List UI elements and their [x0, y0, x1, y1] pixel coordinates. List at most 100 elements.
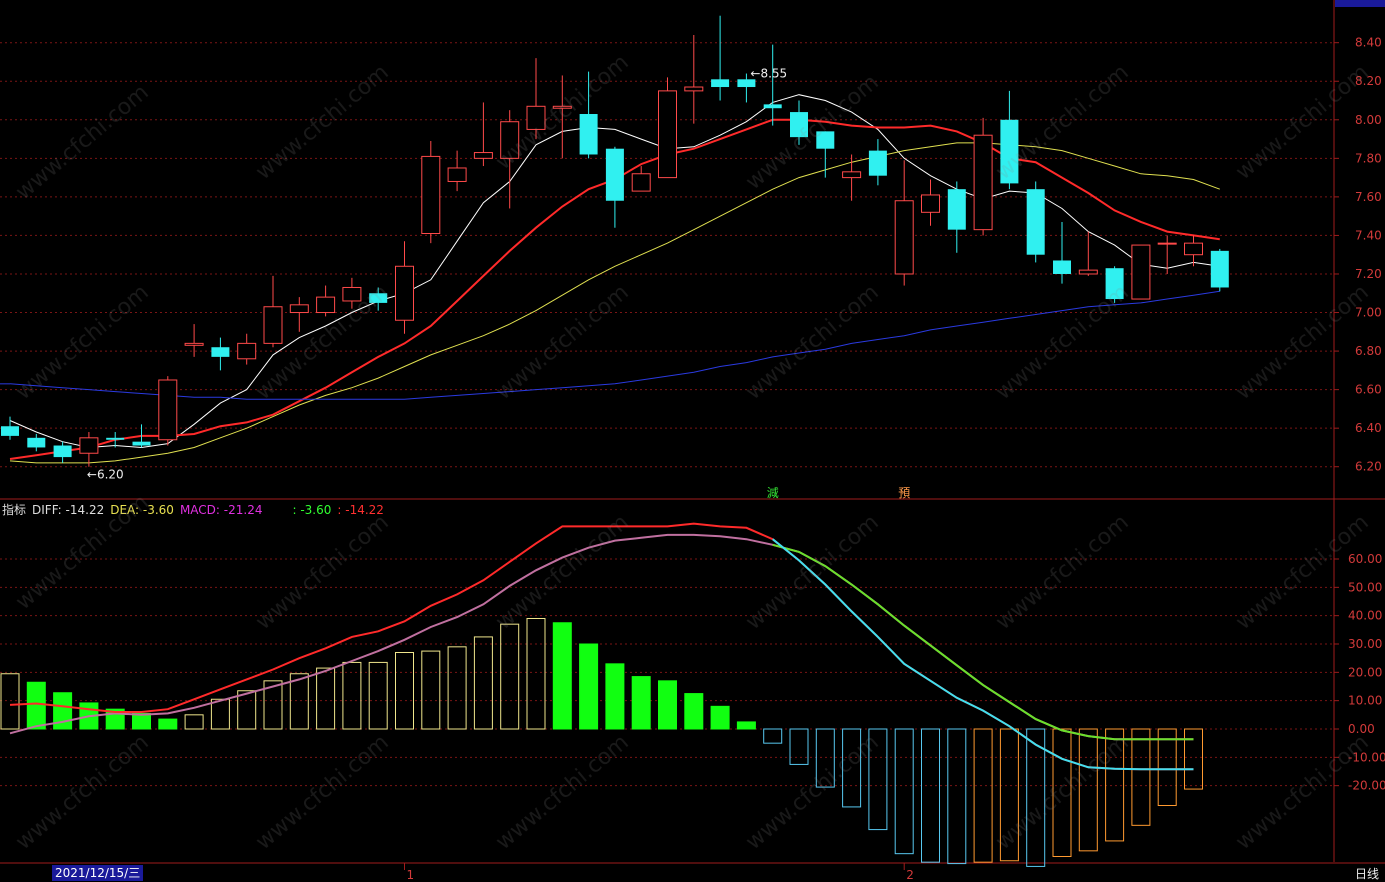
macd-bar — [842, 728, 862, 808]
candle-body — [1078, 269, 1098, 275]
macd-bar — [1078, 728, 1098, 852]
month-label: 1 — [407, 868, 415, 882]
price-tick-label: 6.20 — [1355, 460, 1382, 474]
candle-body — [631, 173, 651, 192]
macd-bar — [1131, 728, 1151, 826]
macd-bar — [815, 728, 835, 788]
period-button[interactable]: 日线 — [1355, 865, 1379, 882]
price-tick-label: 6.80 — [1355, 344, 1382, 358]
extra-value-1: : -3.60 — [292, 503, 332, 517]
macd-bar — [316, 667, 336, 730]
candle-body — [921, 194, 940, 213]
candle-body — [684, 86, 704, 92]
candle-body — [790, 112, 808, 138]
macd-bar — [210, 698, 230, 730]
candle-body — [421, 155, 441, 235]
macd-bar — [579, 643, 599, 730]
macd-grid — [0, 558, 1334, 787]
candle-body — [816, 131, 835, 149]
macd-bar — [26, 681, 46, 730]
macd-tick-label: 20.00 — [1348, 665, 1382, 679]
price-tick-label: 7.20 — [1355, 267, 1382, 281]
candle-body — [500, 121, 520, 159]
candle-body — [473, 152, 493, 159]
candlesticks — [1, 15, 1229, 467]
candle-body — [211, 347, 230, 357]
macd-bar — [763, 728, 783, 744]
candle-body — [369, 293, 388, 303]
candle-body — [263, 306, 283, 344]
candle-body — [1, 426, 19, 436]
price-tick-label: 8.20 — [1355, 74, 1382, 88]
candle-body — [842, 171, 862, 179]
macd-bar — [395, 652, 414, 730]
candle-body — [1131, 244, 1151, 300]
macd-bar — [447, 646, 467, 730]
macd-bar — [0, 673, 20, 730]
macd-tick-label: 40.00 — [1348, 609, 1382, 623]
macd-bar — [947, 728, 967, 865]
price-tick-label: 6.40 — [1355, 421, 1382, 435]
macd-bar — [184, 714, 204, 730]
macd-bar — [710, 705, 730, 730]
candle-body — [1026, 189, 1045, 255]
macd-bar — [973, 728, 993, 863]
candle-body — [342, 286, 362, 302]
candle-body — [27, 437, 46, 448]
dea-value: DEA: -3.60 — [110, 503, 174, 517]
candle-body — [237, 342, 257, 360]
macd-bar — [894, 728, 914, 855]
macd-bar — [237, 690, 257, 730]
macd-bar — [605, 663, 625, 730]
price-annotations: ←8.55 ←6.20 減 預 — [87, 67, 910, 500]
macd-bar — [500, 623, 520, 730]
macd-bar — [631, 676, 651, 730]
macd-bar — [999, 728, 1019, 862]
candle-body — [579, 114, 598, 155]
macd-tick-label: 50.00 — [1348, 580, 1382, 594]
candle-body — [316, 296, 336, 314]
macd-histogram — [0, 618, 1203, 867]
macd-bar — [1026, 728, 1046, 867]
price-tick-label: 8.00 — [1355, 113, 1382, 127]
macd-bar — [868, 728, 888, 831]
price-tick-label: 8.40 — [1355, 36, 1382, 50]
macd-bar — [684, 693, 704, 730]
candle-body — [1053, 260, 1071, 274]
candle-body — [1105, 268, 1124, 300]
macd-tick-label: 0.00 — [1348, 722, 1375, 736]
candle-body — [711, 79, 730, 88]
macd-bar — [158, 718, 178, 730]
candle-body — [289, 304, 309, 314]
candle-body — [947, 189, 966, 230]
macd-lines — [9, 522, 1194, 771]
candle-body — [552, 105, 572, 109]
candle-body — [158, 379, 178, 441]
candle-body — [1184, 242, 1203, 256]
stock-chart[interactable]: 8.40 8.20 8.00 7.80 7.60 7.40 7.20 7.00 6.80 6.60… — [0, 0, 1385, 882]
candle-body — [184, 342, 204, 346]
macd-tick-label: 60.00 — [1348, 552, 1382, 566]
candle-body — [53, 445, 72, 458]
price-axis: 8.40 8.20 8.00 7.80 7.60 7.40 7.20 7.00 6.80 6.60… — [1334, 36, 1382, 474]
macd-bar — [473, 636, 493, 730]
price-tick-label: 7.00 — [1355, 306, 1382, 320]
macd-tick-label: 10.00 — [1348, 694, 1382, 708]
candle-body — [973, 134, 993, 231]
candle-body — [132, 441, 151, 446]
extreme-price-label: ←8.55 — [750, 67, 787, 81]
macd-bar — [789, 728, 809, 765]
macd-bar — [736, 721, 756, 730]
indicator-label[interactable]: 指标 — [2, 503, 26, 517]
macd-bar — [1157, 728, 1177, 806]
candle-body — [447, 167, 467, 182]
macd-bar — [658, 680, 677, 730]
macd-tick-label: -10.00 — [1348, 750, 1385, 764]
signal-marker: 減 — [767, 485, 779, 500]
candle-body — [526, 105, 546, 130]
dea-line — [9, 533, 1194, 741]
price-tick-label: 7.60 — [1355, 190, 1382, 204]
macd-bar — [1184, 728, 1203, 790]
macd-value: MACD: -21.24 — [179, 503, 263, 517]
candle-body — [79, 437, 99, 454]
